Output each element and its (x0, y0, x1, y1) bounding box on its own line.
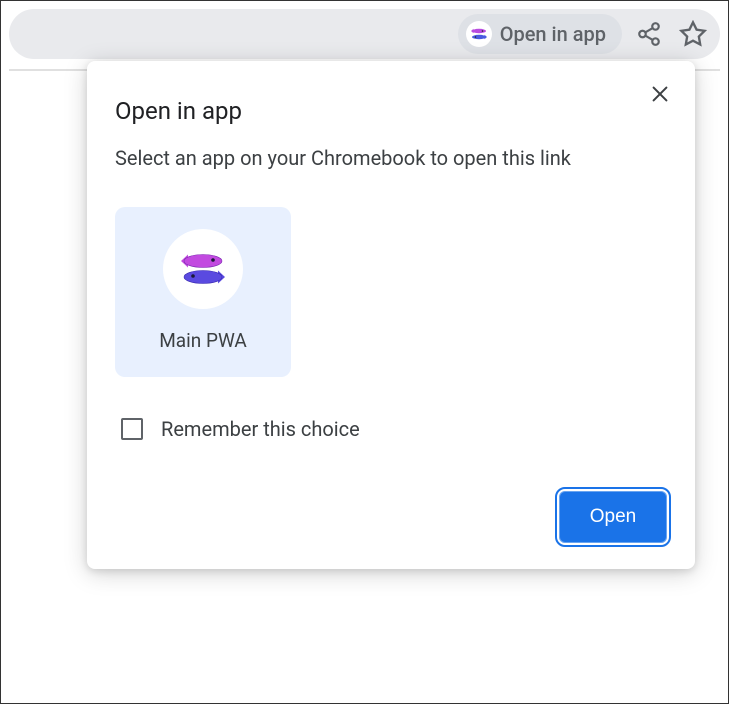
app-tile-icon (163, 229, 243, 309)
open-in-app-dialog: Open in app Select an app on your Chrome… (87, 61, 695, 569)
omnibox-bar: Open in app (9, 9, 720, 59)
app-icon (466, 21, 492, 47)
app-tile-label: Main PWA (159, 329, 247, 352)
open-button[interactable]: Open (559, 491, 667, 543)
bookmark-star-icon[interactable] (676, 17, 710, 51)
remember-choice-checkbox[interactable] (121, 418, 143, 440)
remember-choice-row: Remember this choice (115, 417, 667, 441)
dialog-subtitle: Select an app on your Chromebook to open… (115, 143, 667, 173)
close-button[interactable] (645, 79, 675, 109)
chip-label: Open in app (500, 22, 606, 46)
apps-list: Main PWA (115, 207, 667, 377)
dialog-title: Open in app (115, 97, 667, 125)
remember-choice-label: Remember this choice (161, 417, 360, 441)
open-in-app-chip[interactable]: Open in app (458, 14, 622, 54)
app-tile-main-pwa[interactable]: Main PWA (115, 207, 291, 377)
share-icon[interactable] (632, 17, 666, 51)
dialog-actions: Open (115, 491, 667, 543)
